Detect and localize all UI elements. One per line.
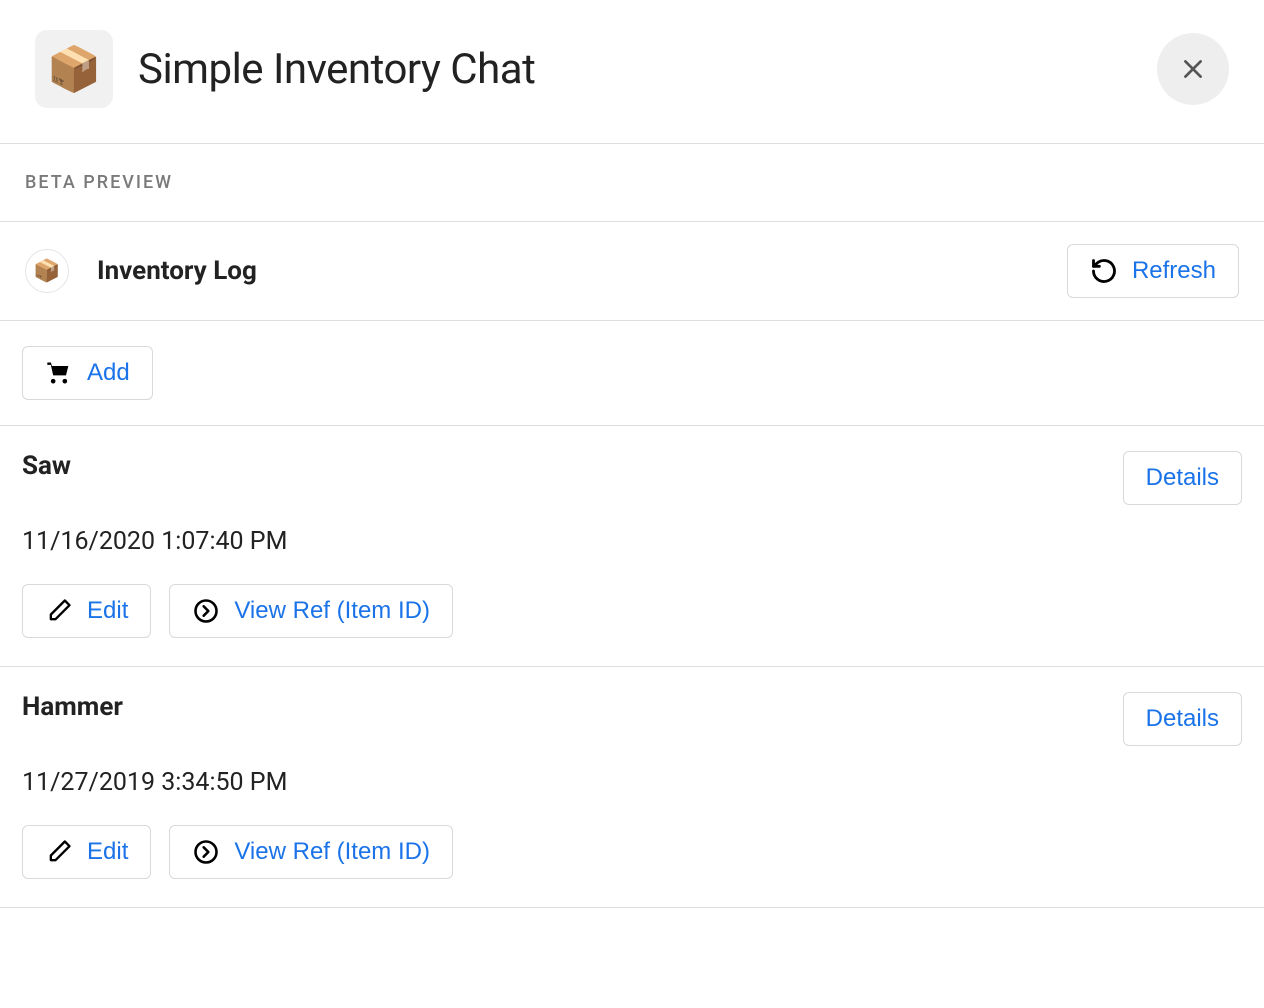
add-row: Add [0, 321, 1264, 425]
inventory-item: Saw Details 11/16/2020 1:07:40 PM Edit V… [0, 426, 1264, 666]
refresh-button[interactable]: Refresh [1067, 244, 1239, 298]
cart-icon [45, 359, 73, 387]
edit-button[interactable]: Edit [22, 584, 151, 638]
divider [0, 907, 1264, 908]
item-timestamp: 11/16/2020 1:07:40 PM [22, 527, 1242, 556]
edit-label: Edit [87, 838, 128, 866]
log-icon-container: 📦 [25, 249, 69, 293]
item-top: Saw Details [22, 451, 1242, 505]
package-icon: 📦 [33, 259, 60, 284]
item-actions: Edit View Ref (Item ID) [22, 584, 1242, 638]
view-ref-button[interactable]: View Ref (Item ID) [169, 584, 453, 638]
beta-preview-label: BETA PREVIEW [0, 144, 1264, 221]
pencil-icon [45, 838, 73, 866]
package-icon: 📦 [47, 43, 102, 95]
app-title: Simple Inventory Chat [138, 45, 535, 94]
add-button[interactable]: Add [22, 346, 153, 400]
details-label: Details [1146, 464, 1219, 492]
chevron-circle-right-icon [192, 838, 220, 866]
view-ref-button[interactable]: View Ref (Item ID) [169, 825, 453, 879]
item-top: Hammer Details [22, 692, 1242, 746]
details-button[interactable]: Details [1123, 692, 1242, 746]
refresh-icon [1090, 257, 1118, 285]
details-button[interactable]: Details [1123, 451, 1242, 505]
view-ref-label: View Ref (Item ID) [234, 838, 430, 866]
edit-label: Edit [87, 597, 128, 625]
item-name: Hammer [22, 692, 123, 722]
close-icon [1180, 56, 1206, 82]
header-left: 📦 Simple Inventory Chat [35, 30, 535, 108]
item-actions: Edit View Ref (Item ID) [22, 825, 1242, 879]
close-button[interactable] [1157, 33, 1229, 105]
add-label: Add [87, 359, 130, 387]
app-header: 📦 Simple Inventory Chat [0, 0, 1264, 143]
inventory-item: Hammer Details 11/27/2019 3:34:50 PM Edi… [0, 667, 1264, 907]
inventory-log-header: 📦 Inventory Log Refresh [0, 222, 1264, 320]
details-label: Details [1146, 705, 1219, 733]
app-icon: 📦 [35, 30, 113, 108]
edit-button[interactable]: Edit [22, 825, 151, 879]
chevron-circle-right-icon [192, 597, 220, 625]
pencil-icon [45, 597, 73, 625]
view-ref-label: View Ref (Item ID) [234, 597, 430, 625]
section-title: Inventory Log [97, 256, 257, 286]
section-left: 📦 Inventory Log [25, 249, 257, 293]
refresh-label: Refresh [1132, 257, 1216, 285]
item-timestamp: 11/27/2019 3:34:50 PM [22, 768, 1242, 797]
item-name: Saw [22, 451, 71, 481]
